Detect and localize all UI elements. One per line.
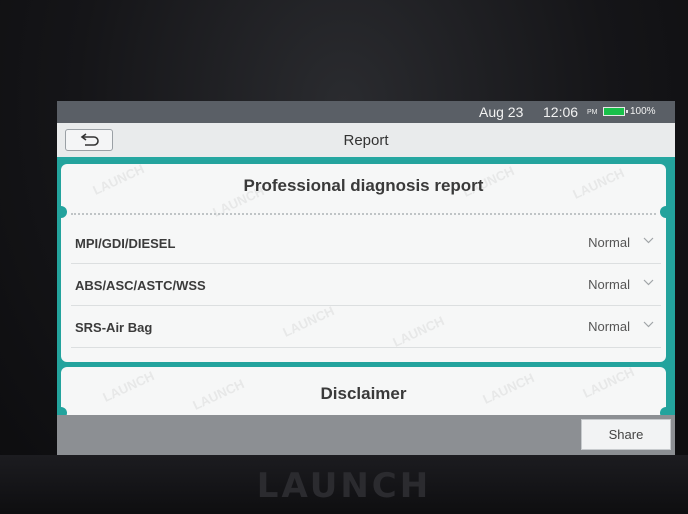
report-row-srs[interactable]: SRS-Air Bag Normal (61, 306, 666, 348)
report-row-status: Normal (588, 235, 630, 250)
page-title: Report (343, 132, 389, 149)
report-row-abs[interactable]: ABS/ASC/ASTC/WSS Normal (61, 264, 666, 306)
chevron-down-icon (643, 279, 654, 286)
report-row-status: Normal (588, 319, 630, 334)
status-date: Aug 23 (479, 104, 524, 120)
screen: Aug 23 12:06 PM 100% Report LAUNCH LAUNC… (57, 101, 675, 455)
chevron-down-icon (643, 237, 654, 244)
status-ampm: PM (587, 109, 598, 116)
content-area: LAUNCH LAUNCH LAUNCH LAUNCH LAUNCH LAUNC… (57, 160, 675, 427)
report-title: Professional diagnosis report (243, 176, 484, 195)
report-row-status: Normal (588, 277, 630, 292)
report-row-label: ABS/ASC/ASTC/WSS (75, 278, 206, 293)
report-card: LAUNCH LAUNCH LAUNCH LAUNCH LAUNCH LAUNC… (57, 161, 672, 362)
disclaimer-title: Disclaimer (320, 384, 407, 403)
device-brand-logo: LAUNCH (256, 466, 432, 506)
tablet-device: Aug 23 12:06 PM 100% Report LAUNCH LAUNC… (0, 0, 688, 514)
bottom-bar: Share (57, 415, 675, 455)
status-time: 12:06 (543, 104, 579, 120)
row-divider (71, 347, 661, 348)
dashed-divider (71, 213, 656, 215)
status-battery-level: 100% (630, 106, 656, 117)
battery-full-icon (603, 107, 628, 116)
status-bar: Aug 23 12:06 PM 100% (57, 101, 675, 123)
share-button[interactable]: Share (581, 419, 671, 450)
card-notch (660, 206, 672, 218)
report-row-label: SRS-Air Bag (75, 320, 153, 335)
card-notch (57, 206, 67, 218)
chevron-down-icon (643, 321, 654, 328)
title-bar: Report (57, 123, 675, 160)
report-row-mpi[interactable]: MPI/GDI/DIESEL Normal (61, 222, 666, 264)
report-row-label: MPI/GDI/DIESEL (75, 236, 176, 251)
